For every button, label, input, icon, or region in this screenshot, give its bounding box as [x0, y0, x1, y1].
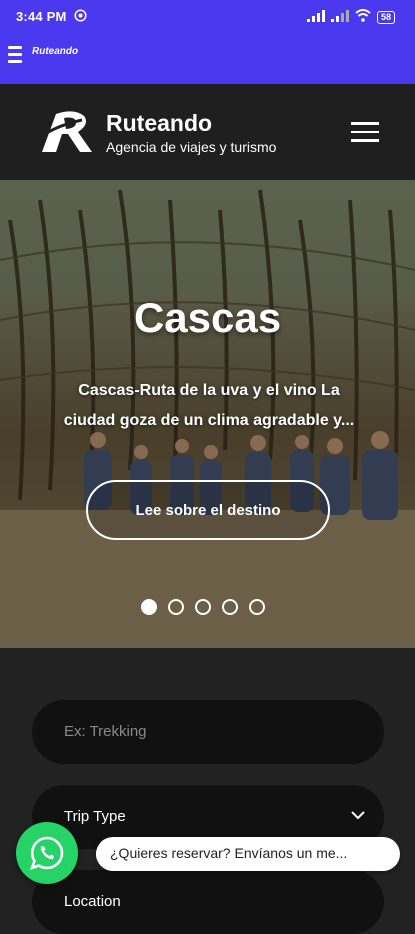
signal-icon — [306, 9, 325, 25]
brand-logo[interactable] — [34, 106, 96, 158]
app-bar: Ruteando — [0, 32, 415, 84]
battery-level: 58 — [376, 10, 395, 24]
wifi-icon — [355, 9, 371, 25]
menu-icon[interactable] — [351, 122, 381, 144]
chevron-down-icon — [350, 807, 366, 823]
trip-type-label: Trip Type — [64, 808, 126, 825]
status-time: 3:44 PM — [16, 9, 67, 24]
slider-dot-5[interactable] — [249, 599, 265, 615]
app-logo: Ruteando — [32, 46, 79, 57]
status-icons: 58 — [306, 9, 395, 25]
hero-title: Cascas — [133, 294, 282, 341]
whatsapp-message-bubble[interactable]: ¿Quieres reservar? Envíanos un me... — [96, 837, 400, 871]
hero-slider[interactable]: Cascas Cascas-Ruta de la uva y el vino L… — [0, 180, 415, 648]
slider-pagination — [141, 599, 265, 615]
brand-name: Ruteando — [106, 110, 213, 136]
brand-tagline: Agencia de viajes y turismo — [106, 139, 277, 155]
site-header: Ruteando Agencia de viajes y turismo — [0, 84, 415, 180]
slider-dot-1[interactable] — [141, 599, 157, 615]
whatsapp-notification-icon — [74, 9, 87, 25]
keyword-placeholder: Ex: Trekking — [64, 723, 147, 740]
location-select[interactable]: Location — [32, 870, 384, 934]
slider-dot-3[interactable] — [195, 599, 211, 615]
read-destination-button[interactable]: Lee sobre el destino — [86, 480, 330, 540]
signal-2-icon — [330, 9, 349, 25]
slider-dot-4[interactable] — [222, 599, 238, 615]
slider-dot-2[interactable] — [168, 599, 184, 615]
status-bar: 3:44 PM 58 — [0, 0, 415, 32]
keyword-input[interactable]: Ex: Trekking — [32, 700, 384, 764]
location-label: Location — [64, 893, 121, 910]
battery-icon: 58 — [376, 10, 395, 24]
whatsapp-icon — [29, 836, 64, 871]
drawer-menu-icon[interactable] — [8, 46, 22, 64]
hero-description: Cascas-Ruta de la uva y el vino La ciuda… — [63, 382, 355, 429]
whatsapp-button[interactable] — [16, 822, 78, 884]
